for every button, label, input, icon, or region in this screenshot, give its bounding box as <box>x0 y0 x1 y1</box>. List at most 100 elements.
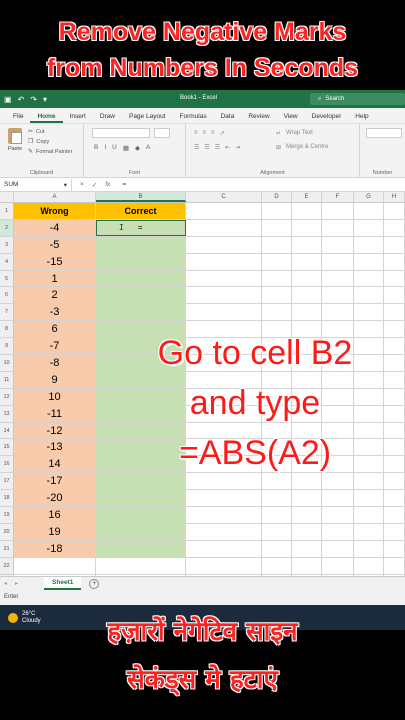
align-middle-icon[interactable]: ≡ <box>203 130 207 137</box>
cell-d[interactable] <box>262 304 292 321</box>
cell-h[interactable] <box>384 507 405 523</box>
chevron-down-icon[interactable]: ▾ <box>64 181 67 189</box>
cell-c[interactable] <box>186 236 262 253</box>
cell-e[interactable] <box>292 203 322 219</box>
row-header[interactable]: 19 <box>0 507 14 523</box>
column-header-c[interactable]: C <box>186 192 262 202</box>
cell-e[interactable] <box>292 253 322 270</box>
paste-button[interactable]: Paste <box>6 128 24 152</box>
cell-d[interactable] <box>262 236 292 253</box>
cell-e[interactable] <box>292 523 322 540</box>
cell-b[interactable] <box>96 287 186 304</box>
cell-d[interactable] <box>262 203 292 219</box>
cell-g[interactable] <box>354 253 384 270</box>
tab-file[interactable]: File <box>6 113 30 123</box>
cell-e[interactable] <box>292 557 322 574</box>
cell-g[interactable] <box>354 523 384 540</box>
cell-h[interactable] <box>384 287 405 304</box>
cell-a[interactable]: 1 <box>14 270 96 287</box>
row-header[interactable]: 8 <box>0 321 14 338</box>
cell-g[interactable] <box>354 219 384 236</box>
row-header[interactable]: 17 <box>0 473 14 490</box>
cell-h[interactable] <box>384 270 405 287</box>
row-header[interactable]: 5 <box>0 270 14 287</box>
cell-h[interactable] <box>384 523 405 540</box>
cell-c[interactable] <box>186 270 262 287</box>
cell-b[interactable] <box>96 270 186 287</box>
cell-a[interactable]: 2 <box>14 287 96 304</box>
border-icon[interactable]: ▦ <box>123 144 129 152</box>
font-size-box[interactable] <box>154 128 170 138</box>
row-header[interactable]: 22 <box>0 557 14 574</box>
cell-f[interactable] <box>322 219 354 236</box>
active-cell-b2[interactable]: I = <box>96 219 186 236</box>
cell-c[interactable] <box>186 490 262 507</box>
cell-f[interactable] <box>322 540 354 557</box>
cell-c[interactable] <box>186 219 262 236</box>
cell-b[interactable] <box>96 236 186 253</box>
cell-d[interactable] <box>262 540 292 557</box>
row-header[interactable]: 13 <box>0 405 14 422</box>
cell-b[interactable] <box>96 253 186 270</box>
cell-e[interactable] <box>292 540 322 557</box>
cell-f[interactable] <box>322 557 354 574</box>
indent-icon[interactable]: ⇤ <box>225 144 230 151</box>
cut-button[interactable]: ✂ Cut <box>28 128 45 136</box>
sheet-tab-sheet1[interactable]: Sheet1 <box>44 577 82 590</box>
tab-insert[interactable]: Insert <box>63 113 93 123</box>
row-header[interactable]: 20 <box>0 523 14 540</box>
cell-b[interactable] <box>96 523 186 540</box>
format-painter-button[interactable]: ✎ Format Painter <box>28 148 72 156</box>
align-top-icon[interactable]: ≡ <box>194 130 198 137</box>
tab-developer[interactable]: Developer <box>305 113 349 123</box>
redo-icon[interactable]: ↷ <box>30 95 37 104</box>
tab-data[interactable]: Data <box>214 113 242 123</box>
outdent-icon[interactable]: ⇥ <box>235 144 240 151</box>
search-box[interactable]: ⌕ Search <box>310 93 405 105</box>
row-header[interactable]: 10 <box>0 355 14 371</box>
column-header-f[interactable]: F <box>322 192 354 202</box>
cell-c[interactable] <box>186 507 262 523</box>
merge-center-button[interactable]: ⊞ Merge & Centre <box>276 144 328 151</box>
cell-h[interactable] <box>384 557 405 574</box>
sheet-nav-right-icon[interactable]: ▸ <box>11 580 22 587</box>
select-all-corner[interactable] <box>0 192 14 202</box>
cell-c[interactable] <box>186 304 262 321</box>
cell-a[interactable]: 9 <box>14 371 96 388</box>
cell-h[interactable] <box>384 203 405 219</box>
cell-e[interactable] <box>292 287 322 304</box>
cell-f[interactable] <box>322 253 354 270</box>
formula-input[interactable]: = <box>118 181 126 188</box>
cell-h[interactable] <box>384 219 405 236</box>
cell-c[interactable] <box>186 287 262 304</box>
tab-view[interactable]: View <box>277 113 305 123</box>
cell-g[interactable] <box>354 540 384 557</box>
cell-f[interactable] <box>322 523 354 540</box>
cell-a[interactable] <box>14 557 96 574</box>
save-icon[interactable]: ▣ <box>4 95 12 104</box>
cell-d[interactable] <box>262 490 292 507</box>
cell-f[interactable] <box>322 304 354 321</box>
header-correct[interactable]: Correct <box>96 203 186 219</box>
add-sheet-icon[interactable]: + <box>89 578 100 589</box>
cell-e[interactable] <box>292 236 322 253</box>
cell-f[interactable] <box>322 270 354 287</box>
cell-d[interactable] <box>262 219 292 236</box>
cell-h[interactable] <box>384 490 405 507</box>
cell-e[interactable] <box>292 490 322 507</box>
cell-c[interactable] <box>186 253 262 270</box>
tab-review[interactable]: Review <box>241 113 276 123</box>
row-header[interactable]: 6 <box>0 287 14 304</box>
underline-icon[interactable]: U <box>112 144 117 152</box>
cell-a[interactable]: 6 <box>14 321 96 338</box>
number-format-box[interactable] <box>366 128 402 138</box>
cell-e[interactable] <box>292 219 322 236</box>
cell-a[interactable]: -4 <box>14 219 96 236</box>
tab-page-layout[interactable]: Page Layout <box>122 113 173 123</box>
cell-f[interactable] <box>322 236 354 253</box>
cell-a[interactable]: 10 <box>14 388 96 405</box>
cell-b[interactable] <box>96 304 186 321</box>
cell-e[interactable] <box>292 507 322 523</box>
row-header[interactable]: 15 <box>0 439 14 456</box>
column-header-a[interactable]: A <box>14 192 96 202</box>
